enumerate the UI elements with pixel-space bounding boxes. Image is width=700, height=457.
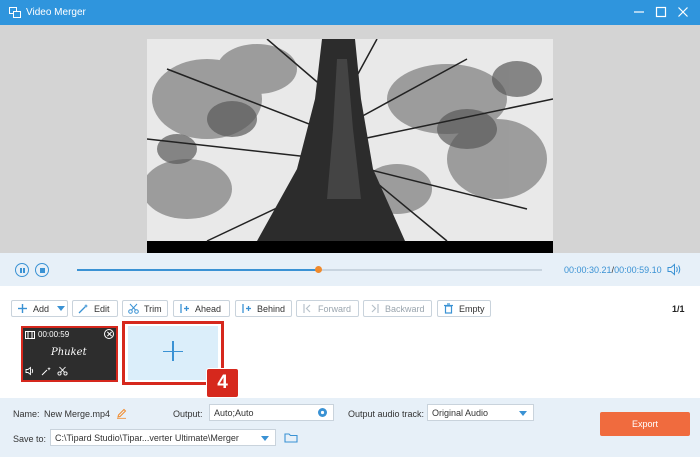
file-name: New Merge.mp4 bbox=[44, 409, 111, 419]
output-format-value: Auto;Auto bbox=[214, 407, 254, 418]
pause-button[interactable] bbox=[15, 263, 29, 277]
plus-icon bbox=[18, 304, 27, 313]
video-preview-area bbox=[0, 25, 700, 255]
clip-header: 00:00:59 bbox=[25, 330, 69, 339]
add-button[interactable]: Add bbox=[11, 300, 68, 317]
backward-label: Backward bbox=[385, 303, 425, 314]
add-label: Add bbox=[33, 303, 50, 314]
clip-toolbar-area: Add Edit Trim Ahead Behind Forward Backw… bbox=[0, 286, 700, 398]
scissors-icon bbox=[128, 303, 139, 314]
empty-button[interactable]: Empty bbox=[437, 300, 491, 317]
merge-app-icon bbox=[9, 7, 21, 18]
volume-icon[interactable] bbox=[25, 366, 36, 376]
behind-label: Behind bbox=[257, 303, 286, 314]
audio-track-value: Original Audio bbox=[432, 407, 489, 418]
page-count: 1/1 bbox=[672, 304, 685, 314]
scissors-icon[interactable] bbox=[57, 366, 68, 376]
playback-bar: 00:00:30.21/00:00:59.10 bbox=[0, 253, 700, 286]
folder-icon[interactable] bbox=[284, 432, 298, 443]
annotation-step-badge: 4 bbox=[206, 368, 239, 398]
trash-icon bbox=[444, 303, 453, 314]
chevron-right-icon bbox=[371, 304, 379, 313]
progress-handle[interactable] bbox=[315, 266, 323, 273]
video-frame-image bbox=[147, 39, 553, 255]
video-clip[interactable]: 00:00:59 Phuket bbox=[21, 326, 118, 382]
ahead-label: Ahead bbox=[195, 303, 222, 314]
empty-label: Empty bbox=[459, 303, 485, 314]
total-time: 00:00:59.10 bbox=[614, 265, 662, 275]
clip-tools bbox=[25, 366, 68, 376]
minimize-icon[interactable] bbox=[632, 5, 646, 19]
insert-ahead-icon bbox=[180, 304, 189, 313]
film-icon bbox=[25, 330, 35, 339]
magic-wand-icon bbox=[78, 304, 88, 314]
chevron-left-icon bbox=[303, 304, 311, 313]
audio-track-label: Output audio track: bbox=[348, 409, 425, 419]
behind-button[interactable]: Behind bbox=[235, 300, 292, 317]
insert-behind-icon bbox=[242, 304, 251, 313]
output-label: Output: bbox=[173, 409, 203, 419]
trim-label: Trim bbox=[144, 303, 162, 314]
trim-button[interactable]: Trim bbox=[122, 300, 168, 317]
maximize-icon[interactable] bbox=[654, 5, 668, 19]
ahead-button[interactable]: Ahead bbox=[173, 300, 230, 317]
clip-title: Phuket bbox=[51, 347, 87, 358]
chevron-down-icon[interactable] bbox=[261, 436, 269, 441]
save-path-field[interactable]: C:\Tipard Studio\Tipar...verter Ultimate… bbox=[50, 429, 276, 446]
volume-icon[interactable] bbox=[667, 263, 681, 276]
pencil-icon[interactable] bbox=[116, 408, 127, 419]
video-preview bbox=[147, 39, 553, 255]
backward-button[interactable]: Backward bbox=[363, 300, 432, 317]
forward-label: Forward bbox=[318, 303, 352, 314]
edit-label: Edit bbox=[94, 303, 110, 314]
name-label: Name: bbox=[13, 409, 40, 419]
stop-button[interactable] bbox=[35, 263, 49, 277]
edit-button[interactable]: Edit bbox=[72, 300, 118, 317]
gear-icon[interactable] bbox=[317, 407, 328, 418]
save-path-value: C:\Tipard Studio\Tipar...verter Ultimate… bbox=[55, 432, 239, 443]
chevron-down-icon bbox=[519, 411, 527, 416]
window-title: Video Merger bbox=[26, 7, 86, 18]
time-display: 00:00:30.21/00:00:59.10 bbox=[564, 265, 662, 275]
audio-track-select[interactable]: Original Audio bbox=[427, 404, 534, 421]
output-format-field[interactable]: Auto;Auto bbox=[209, 404, 334, 421]
current-time: 00:00:30.21 bbox=[564, 265, 612, 275]
clip-duration: 00:00:59 bbox=[38, 330, 70, 339]
forward-button[interactable]: Forward bbox=[296, 300, 359, 317]
close-icon[interactable] bbox=[676, 5, 690, 19]
output-settings-panel: Name: New Merge.mp4 Output: Auto;Auto Ou… bbox=[0, 398, 700, 457]
progress-fill bbox=[77, 269, 319, 271]
chevron-down-icon[interactable] bbox=[57, 306, 66, 311]
save-to-label: Save to: bbox=[13, 434, 47, 444]
progress-slider[interactable] bbox=[77, 266, 542, 273]
title-bar: Video Merger bbox=[0, 0, 700, 25]
magic-wand-icon[interactable] bbox=[41, 366, 52, 376]
remove-clip-icon[interactable] bbox=[104, 329, 114, 339]
export-button[interactable]: Export bbox=[600, 412, 690, 436]
